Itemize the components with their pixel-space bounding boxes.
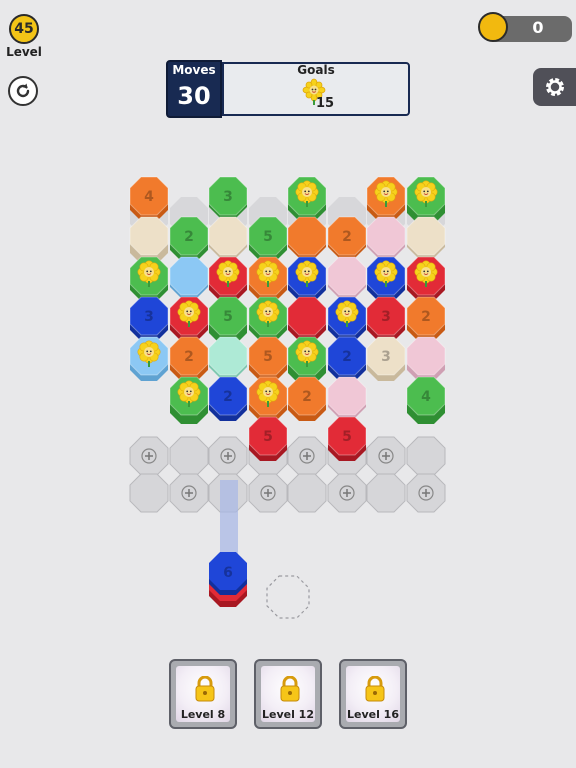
hex-stack xyxy=(208,256,248,301)
lock-icon xyxy=(280,676,300,702)
hex-stack: 3 xyxy=(366,336,406,381)
stack-count: 5 xyxy=(263,429,273,445)
held-stack: 6 xyxy=(209,552,247,607)
hex-stack: 2 xyxy=(287,376,327,421)
empty-slot xyxy=(287,473,327,513)
hex-stack xyxy=(406,336,446,381)
hex-stack: 5 xyxy=(248,216,288,261)
reward-label: Level 16 xyxy=(346,708,399,721)
hex-stack xyxy=(208,216,248,258)
hex-top xyxy=(169,256,209,296)
empty-slot xyxy=(366,473,406,513)
lock-icon xyxy=(195,676,215,702)
reward-slot-level-16[interactable]: Level 16 xyxy=(339,659,407,729)
hex-stack: 3 xyxy=(406,256,446,301)
hex-top xyxy=(287,216,327,256)
hex-top xyxy=(208,336,248,376)
stack-count: 2 xyxy=(342,349,352,365)
hex-stack: 5 xyxy=(248,416,288,461)
stack-count: 2 xyxy=(184,349,194,365)
hex-stack xyxy=(208,336,248,378)
hex-stack: 3 xyxy=(248,296,288,341)
hex-stack: 3 xyxy=(129,296,169,341)
hex-stack xyxy=(366,216,406,258)
reward-slot-level-12[interactable]: Level 12 xyxy=(254,659,322,729)
stack-count: 5 xyxy=(342,429,352,445)
hex-stack xyxy=(406,216,446,258)
stack-count: 5 xyxy=(223,309,233,325)
stack-count: 2 xyxy=(342,229,352,245)
hex-stack: 3 xyxy=(366,296,406,341)
empty-slot xyxy=(169,436,209,476)
stack-count: 5 xyxy=(263,229,273,245)
hex-stack: 4 xyxy=(129,176,169,221)
hex-stack xyxy=(366,176,406,221)
hex-stack: 2 xyxy=(327,216,367,258)
stack-count: 5 xyxy=(263,349,273,365)
reward-slot-level-8[interactable]: Level 8 xyxy=(169,659,237,729)
hex-top xyxy=(406,216,446,256)
hex-stack: 2 xyxy=(169,216,209,261)
hex-stack xyxy=(327,256,367,298)
stack-count: 4 xyxy=(144,189,154,205)
hex-top xyxy=(406,336,446,376)
reward-label: Level 8 xyxy=(180,708,226,721)
stack-count: 4 xyxy=(421,389,431,405)
hex-top xyxy=(327,376,367,416)
hex-stack xyxy=(129,256,169,301)
hex-stack: 2 xyxy=(169,336,209,381)
hex-stack: 2 xyxy=(208,376,248,421)
stack-count: 2 xyxy=(302,389,312,405)
stack-count: 3 xyxy=(381,349,391,365)
hex-top xyxy=(366,216,406,256)
hex-stack: 2 xyxy=(287,176,327,221)
stack-count: 3 xyxy=(144,309,154,325)
empty-slot xyxy=(129,473,169,513)
drop-target xyxy=(266,575,310,619)
hex-stack: 2 xyxy=(327,296,367,341)
hex-top xyxy=(208,216,248,256)
hex-stack xyxy=(248,256,288,301)
stack-count: 3 xyxy=(381,309,391,325)
hex-stack xyxy=(287,216,327,258)
hex-stack: 2 xyxy=(406,296,446,341)
stack-count: 2 xyxy=(421,309,431,325)
hex-stack: 2 xyxy=(169,296,209,341)
lock-icon xyxy=(365,676,385,702)
stack-count: 6 xyxy=(223,565,233,581)
hex-stack xyxy=(248,376,288,421)
game-board: 432252323325323225223224556 xyxy=(129,176,446,619)
hex-stack xyxy=(169,256,209,298)
hex-top xyxy=(287,296,327,336)
hex-stack: 3 xyxy=(287,256,327,301)
hex-stack: 2 xyxy=(366,256,406,301)
reward-label: Level 12 xyxy=(261,708,314,721)
hex-stack xyxy=(169,376,209,424)
hex-top xyxy=(129,216,169,256)
hex-stack: 5 xyxy=(327,416,367,461)
hex-stack: 3 xyxy=(208,176,248,218)
hex-stack: 4 xyxy=(406,376,446,424)
stack-count: 3 xyxy=(223,189,233,205)
hex-stack xyxy=(327,376,367,418)
hex-stack xyxy=(287,296,327,341)
drag-trail xyxy=(220,480,238,558)
stack-count: 2 xyxy=(223,389,233,405)
hex-stack: 2 xyxy=(327,336,367,381)
empty-slot xyxy=(406,436,446,476)
stack-count: 2 xyxy=(184,229,194,245)
hex-stack: 5 xyxy=(248,336,288,381)
hex-stack xyxy=(129,336,169,381)
hex-top xyxy=(327,256,367,296)
